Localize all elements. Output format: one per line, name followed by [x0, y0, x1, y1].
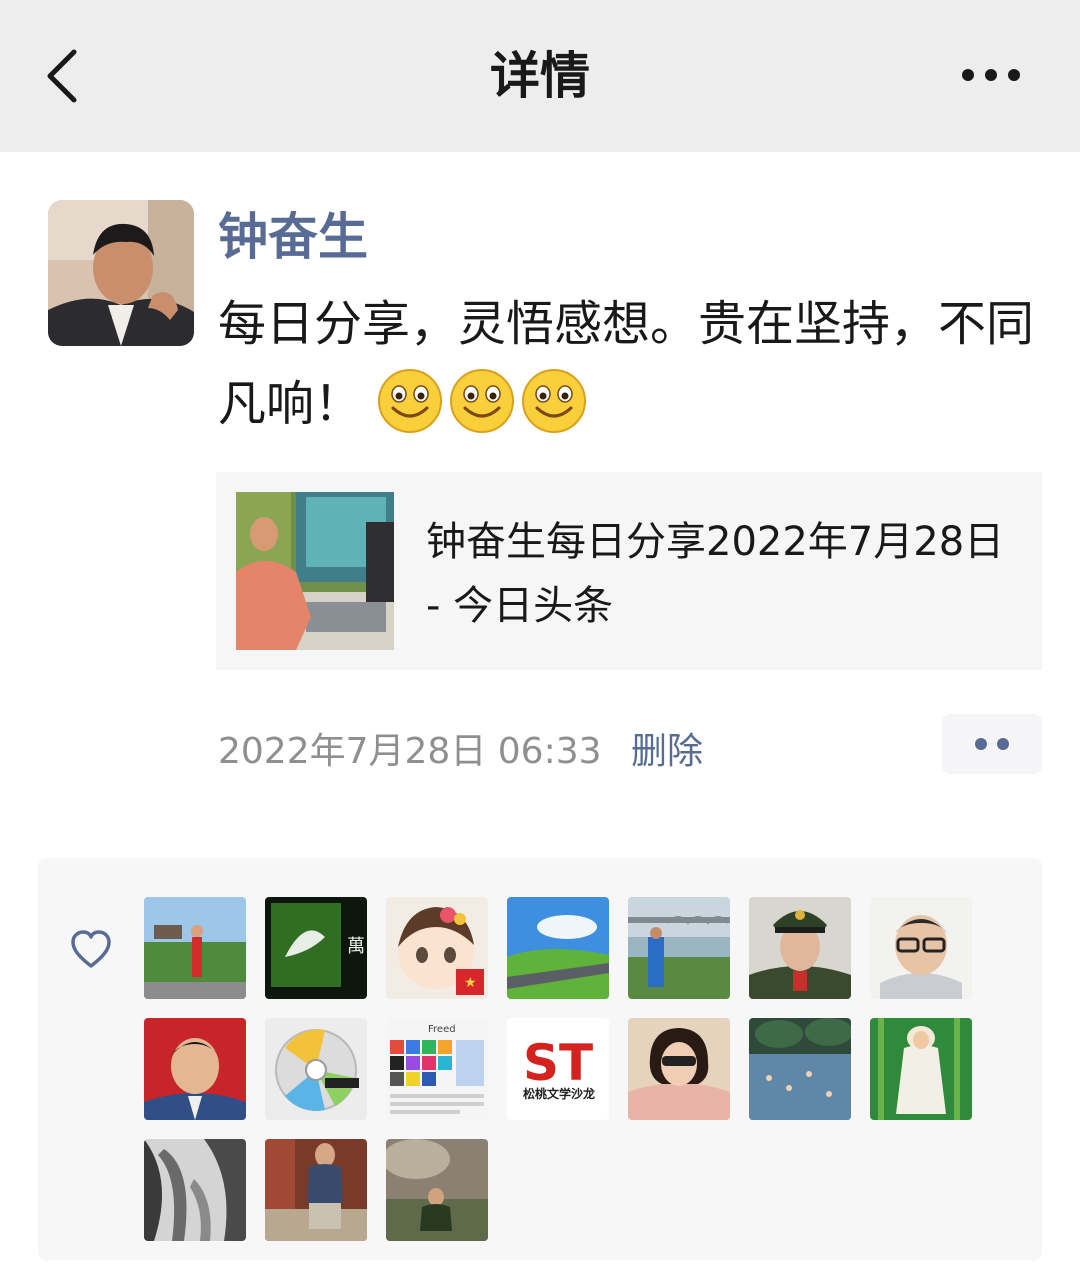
nav-bar: 详情 [0, 0, 1080, 152]
author-name[interactable]: 钟奋生 [218, 204, 368, 270]
liker-avatar[interactable]: 萬 [265, 897, 367, 999]
two-dots-icon [975, 738, 1009, 750]
liker-logo-text: ST [523, 1034, 593, 1092]
link-thumbnail [236, 492, 394, 650]
svg-text:★: ★ [464, 975, 477, 991]
heart-icon [70, 930, 112, 970]
liker-avatar[interactable] [749, 897, 851, 999]
smile-emoji-icon [521, 368, 587, 434]
liker-avatar[interactable] [386, 1139, 488, 1241]
comment-like-action-button[interactable] [942, 714, 1042, 774]
liker-avatar[interactable]: Freed [386, 1018, 488, 1120]
liker-avatar[interactable]: ST 松桃文学沙龙 [507, 1018, 609, 1120]
smile-emoji-icon [377, 368, 443, 434]
liker-text: 萬 [347, 936, 365, 957]
liker-avatar[interactable] [144, 1139, 246, 1241]
liker-avatar[interactable] [749, 1018, 851, 1120]
liker-avatar[interactable] [265, 1018, 367, 1120]
shared-link-card[interactable]: 钟奋生每日分享2022年7月28日 - 今日头条 [216, 472, 1042, 670]
post-timestamp: 2022年7月28日 06:33 [218, 731, 602, 772]
post-text-content: 每日分享，灵悟感想。贵在坚持，不同凡响！ [218, 296, 1035, 432]
post-text: 每日分享，灵悟感想。贵在坚持，不同凡响！ [218, 284, 1058, 444]
liker-logo-subtitle: 松桃文学沙龙 [523, 1086, 595, 1101]
liker-avatar[interactable] [265, 1139, 367, 1241]
liker-avatar[interactable] [870, 897, 972, 999]
liker-avatar[interactable] [144, 897, 246, 999]
liker-avatar[interactable] [628, 1018, 730, 1120]
delete-button[interactable]: 删除 [631, 728, 703, 776]
liker-text: Freed [428, 1024, 456, 1035]
smile-emoji-icon [449, 368, 515, 434]
liker-avatar[interactable]: ★ [386, 897, 488, 999]
more-dots-icon [962, 69, 1020, 81]
liker-avatar[interactable] [870, 1018, 972, 1120]
liker-avatar[interactable] [628, 897, 730, 999]
liker-avatar[interactable] [144, 1018, 246, 1120]
liker-avatar[interactable] [507, 897, 609, 999]
page-title: 详情 [490, 47, 590, 105]
link-title: 钟奋生每日分享2022年7月28日 - 今日头条 [426, 519, 1005, 629]
more-button[interactable] [956, 60, 1026, 90]
author-avatar[interactable] [48, 200, 194, 346]
